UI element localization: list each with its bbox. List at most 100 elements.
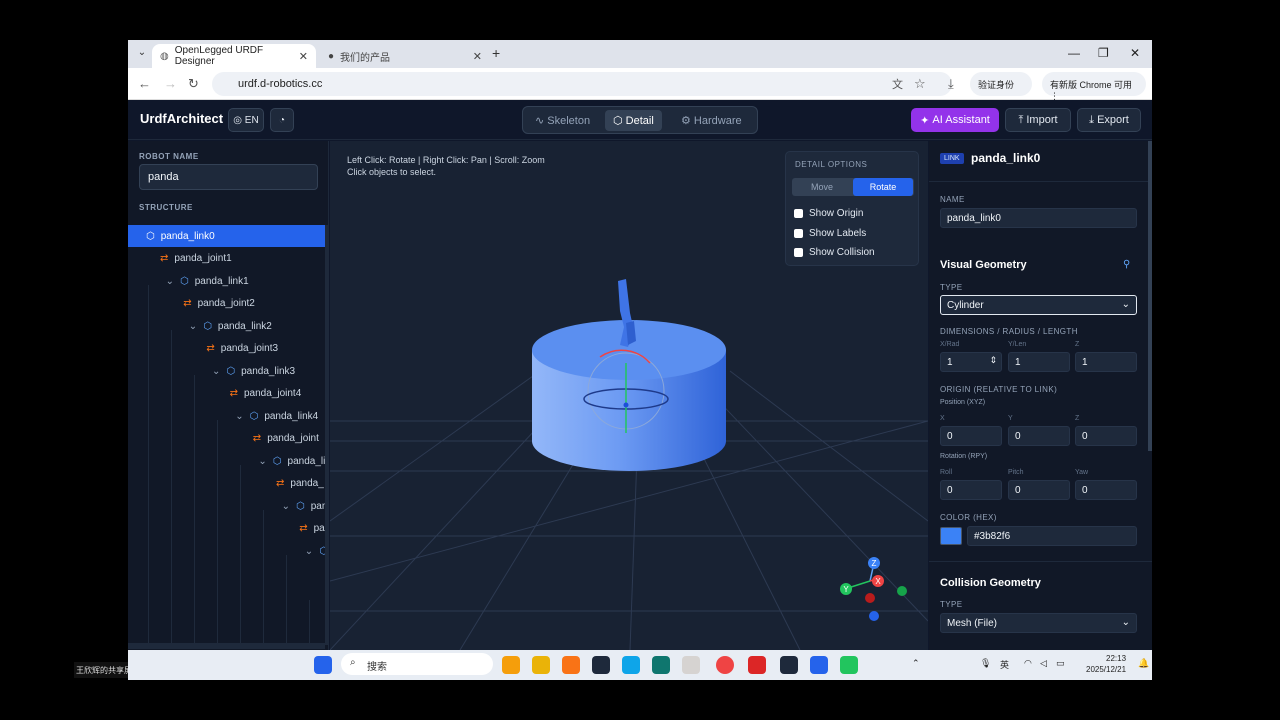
url-field[interactable]: urdf.d-robotics.cc <box>212 72 952 96</box>
new-tab-icon[interactable]: + <box>492 45 500 61</box>
show-collision-checkbox[interactable]: Show Collision <box>794 247 875 258</box>
tree-node-link[interactable]: ⌄ ⬡ <box>305 540 325 562</box>
chevron-down-icon[interactable]: ⌄ <box>212 366 220 377</box>
mode-detail[interactable]: ⬡ Detail <box>605 110 662 131</box>
import-button[interactable]: ⤒ Import <box>1005 108 1071 132</box>
start-icon[interactable] <box>314 656 332 674</box>
mode-skeleton[interactable]: ∿ Skeleton <box>527 110 598 131</box>
pos-x-input[interactable]: 0 <box>940 426 1002 446</box>
tree-node-link[interactable]: ⌄ ⬡ panda_link1 <box>166 270 249 292</box>
panel-scrollbar[interactable] <box>1148 141 1152 451</box>
tree-node-joint[interactable]: ⇄ pa <box>299 518 325 540</box>
tree-node-joint[interactable]: ⇄ panda_joint4 <box>230 383 302 405</box>
tree-node-joint[interactable]: ⇄ panda_joint3 <box>206 338 278 360</box>
chevron-down-icon[interactable]: ⌄ <box>305 546 313 557</box>
tab-products[interactable]: ● 我们的产品 ✕ <box>320 44 490 68</box>
widgets-icon[interactable] <box>502 656 520 674</box>
tray-chevron-icon[interactable]: ⌃ <box>912 658 920 669</box>
tab-urdf-designer[interactable]: ◍ OpenLegged URDF Designer ✕ <box>152 44 316 68</box>
chevron-down-icon[interactable]: ⌄ <box>282 501 290 512</box>
robot-name-input[interactable]: panda <box>139 164 318 190</box>
collision-type-select[interactable]: Mesh (File) ⌄ <box>940 613 1137 633</box>
dim-z-input[interactable]: 1 <box>1075 352 1137 372</box>
app-icon[interactable] <box>652 656 670 674</box>
chevron-down-icon[interactable]: ⌄ <box>189 321 197 332</box>
ime-indicator[interactable]: 英 <box>1000 658 1009 671</box>
color-hex-input[interactable]: #3b82f6 <box>967 526 1137 546</box>
robot-model[interactable] <box>532 279 726 471</box>
tree-node-joint[interactable]: ⇄ panda_joint2 <box>183 293 255 315</box>
tree-node-link[interactable]: ⌄ ⬡ panda_link4 <box>235 405 318 427</box>
pos-y-input[interactable]: 0 <box>1008 426 1070 446</box>
minimize-icon[interactable]: — <box>1068 46 1080 60</box>
chevron-down-icon[interactable]: ⌄ <box>258 456 266 467</box>
checkbox-box[interactable] <box>794 248 803 257</box>
back-icon[interactable]: ← <box>138 76 151 91</box>
show-labels-checkbox[interactable]: Show Labels <box>794 228 866 239</box>
stepper-icon[interactable]: ⇕ <box>989 355 997 366</box>
app-icon[interactable] <box>682 656 700 674</box>
close-tab-icon[interactable]: ✕ <box>299 50 308 63</box>
maximize-icon[interactable]: ❐ <box>1098 46 1109 60</box>
file-explorer-icon[interactable] <box>532 656 550 674</box>
3d-viewport[interactable]: Z Y X Left Click: Rotate | Right Click: … <box>330 141 928 650</box>
tree-node-joint[interactable]: ⇄ panda_joint1 <box>160 248 232 270</box>
tree-scrollbar[interactable] <box>325 225 329 645</box>
translate-icon[interactable]: 文 <box>892 76 903 92</box>
forward-icon[interactable]: → <box>164 76 177 91</box>
checkbox-box[interactable] <box>794 229 803 238</box>
tree-node-link[interactable]: ⌄ ⬡ panda_link2 <box>189 315 272 337</box>
pos-z-input[interactable]: 0 <box>1075 426 1137 446</box>
download-icon[interactable]: ⤓ <box>948 76 954 92</box>
battery-icon[interactable]: ▭ <box>1056 658 1065 669</box>
tree-node-link[interactable]: ⬡ panda_link0 <box>128 225 325 247</box>
tree-node-link[interactable]: ⌄ ⬡ panda_lin <box>258 450 325 472</box>
visual-type-select[interactable]: Cylinder ⌄ <box>940 295 1137 315</box>
wechat-icon[interactable] <box>840 656 858 674</box>
chevron-down-icon[interactable]: ⌄ <box>166 276 174 287</box>
notification-icon[interactable]: 🔔 <box>1138 658 1149 669</box>
color-swatch[interactable] <box>940 527 962 545</box>
checkbox-box[interactable] <box>794 209 803 218</box>
rot-pitch-input[interactable]: 0 <box>1008 480 1070 500</box>
show-origin-checkbox[interactable]: Show Origin <box>794 208 863 219</box>
tree-node-joint[interactable]: ⇄ panda_ <box>276 473 324 495</box>
ai-assistant-button[interactable]: ✦ AI Assistant <box>911 108 999 132</box>
close-tab-icon[interactable]: ✕ <box>473 50 482 63</box>
app-icon[interactable] <box>592 656 610 674</box>
tree-hscrollbar[interactable] <box>128 643 325 649</box>
app-icon[interactable] <box>780 656 798 674</box>
update-chrome-button[interactable]: 有新版 Chrome 可用 ⋮ <box>1042 72 1146 101</box>
app-icon[interactable] <box>810 656 828 674</box>
link-name-input[interactable]: panda_link0 <box>940 208 1137 228</box>
clock[interactable]: 22:13 2025/12/21 <box>1086 653 1126 675</box>
rot-roll-input[interactable]: 0 <box>940 480 1002 500</box>
taskbar-search[interactable]: ⌕ 搜索 <box>341 653 493 675</box>
tree-node-joint[interactable]: ⇄ panda_joint <box>253 428 319 450</box>
mode-hardware[interactable]: ⚙ Hardware <box>673 110 750 131</box>
profile-button[interactable]: 验证身份 <box>970 72 1032 96</box>
github-button[interactable]: ◔ <box>270 108 294 132</box>
move-button[interactable]: Move <box>792 178 852 196</box>
edge-icon[interactable] <box>622 656 640 674</box>
dim-y-input[interactable]: 1 <box>1008 352 1070 372</box>
rot-yaw-input[interactable]: 0 <box>1075 480 1137 500</box>
language-button[interactable]: ◎ EN <box>228 108 264 132</box>
reload-icon[interactable]: ↻ <box>188 76 199 92</box>
chevron-down-icon[interactable]: ⌄ <box>235 411 243 422</box>
rotate-button[interactable]: Rotate <box>853 178 913 196</box>
chrome-icon[interactable] <box>716 656 734 674</box>
mic-icon[interactable]: 🎙 <box>980 658 991 669</box>
tree-node-link[interactable]: ⌄ ⬡ pand <box>282 495 325 517</box>
wifi-icon[interactable]: ◠ <box>1024 658 1032 669</box>
export-button[interactable]: ⤓ Export <box>1077 108 1141 132</box>
pin-icon[interactable]: ⚲ <box>1123 259 1130 270</box>
app-icon[interactable] <box>562 656 580 674</box>
close-window-icon[interactable]: ✕ <box>1130 46 1140 60</box>
tree-node-link[interactable]: ⌄ ⬡ panda_link3 <box>212 360 295 382</box>
dim-x-input[interactable]: 1 ⇕ <box>940 352 1002 372</box>
volume-icon[interactable]: ◁ <box>1040 658 1047 669</box>
tab-search-icon[interactable]: ⌄ <box>134 47 150 61</box>
bookmark-star-icon[interactable]: ☆ <box>914 76 926 92</box>
wps-icon[interactable] <box>748 656 766 674</box>
